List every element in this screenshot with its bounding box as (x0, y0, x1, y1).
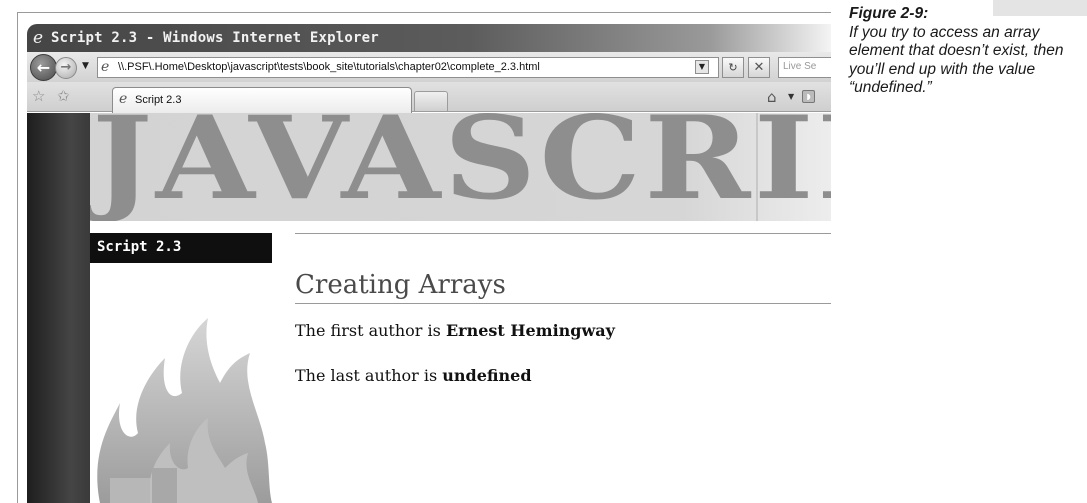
home-dropdown-icon[interactable]: ▼ (788, 92, 794, 101)
search-input[interactable]: Live Se (778, 57, 831, 78)
forward-arrow-icon[interactable]: → (55, 57, 77, 79)
figure-caption: Figure 2-9: If you try to access an arra… (849, 5, 1079, 98)
frame-top-line (17, 12, 831, 13)
refresh-icon[interactable]: ↻ (722, 57, 744, 78)
address-dropdown-icon[interactable]: ▼ (695, 60, 709, 74)
page-icon: e (101, 59, 110, 75)
window-title: Script 2.3 - Windows Internet Explorer (51, 30, 379, 46)
tab-page-icon: e (119, 91, 128, 107)
sidebar-flame-artwork (90, 263, 272, 503)
banner-title: JAVASCRIPT (92, 113, 831, 221)
heading-rule (295, 303, 831, 304)
banner-divider (756, 113, 758, 221)
tab-label: Script 2.3 (135, 94, 182, 106)
tab-script-2-3[interactable]: e Script 2.3 (112, 87, 412, 113)
navigation-bar: ← → ▼ e \\.PSF\.Home\Desktop\javascript\… (27, 52, 831, 82)
flame-illustration (97, 318, 272, 503)
new-tab-button[interactable] (414, 91, 448, 111)
stop-icon[interactable]: ✕ (748, 57, 770, 78)
address-url[interactable]: \\.PSF\.Home\Desktop\javascript\tests\bo… (118, 61, 540, 73)
address-bar[interactable]: e \\.PSF\.Home\Desktop\javascript\tests\… (97, 57, 719, 78)
javascript-banner: JAVASCRIPT (90, 113, 831, 221)
history-dropdown-icon[interactable]: ▼ (82, 61, 89, 71)
sidebar-heading: Script 2.3 (90, 233, 272, 263)
star-icon[interactable]: ☆ (32, 87, 45, 105)
page-content: JAVASCRIPT Script 2.3 Creating Arra (27, 113, 831, 503)
add-favorite-icon[interactable]: ✩ (57, 87, 70, 105)
caption-text: If you try to access an array element th… (849, 23, 1064, 97)
last-author-value: undefined (442, 366, 532, 385)
dark-side-strip (27, 113, 90, 503)
ie-logo-icon: e (33, 28, 44, 48)
first-author-line: The first author is Ernest Hemingway (295, 321, 615, 340)
search-placeholder: Live Se (783, 61, 817, 72)
last-author-prefix: The last author is (295, 366, 443, 385)
content-top-rule (295, 233, 831, 234)
title-bar: e Script 2.3 - Windows Internet Explorer (27, 24, 831, 52)
home-icon[interactable]: ⌂ (767, 88, 777, 106)
last-author-line: The last author is undefined (295, 366, 532, 385)
back-arrow-icon[interactable]: ← (30, 54, 57, 81)
sidebar-heading-text: Script 2.3 (97, 239, 182, 255)
rss-feed-icon[interactable]: ◗ (802, 90, 815, 103)
first-author-value: Ernest Hemingway (445, 321, 615, 340)
browser-window: e Script 2.3 - Windows Internet Explorer… (27, 24, 831, 503)
first-author-prefix: The first author is (295, 321, 446, 340)
page-heading: Creating Arrays (295, 270, 506, 300)
frame-left-line (17, 12, 18, 503)
tab-bar: ☆ ✩ e Script 2.3 ⌂ ▼ ◗ (27, 82, 831, 113)
figure-label: Figure 2-9: (849, 5, 929, 22)
